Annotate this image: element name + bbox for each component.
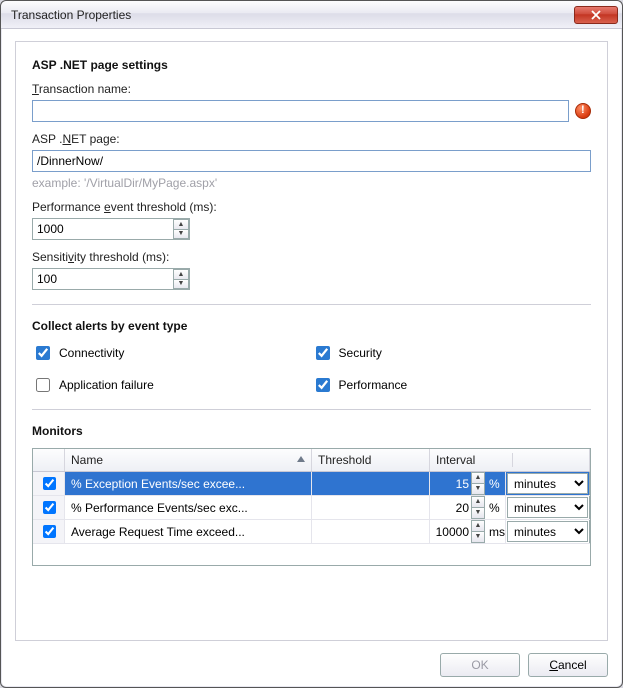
table-row[interactable]: % Exception Events/sec excee...▲▼%▲▼seco… [33,472,590,496]
checkbox-input[interactable] [36,378,50,392]
asp-page-input[interactable] [32,150,591,172]
close-icon [591,10,601,20]
spin-up-button[interactable]: ▲ [589,472,591,483]
row-threshold-cell: ▲▼ms [312,520,430,543]
alerts-checkbox-grid: ConnectivitySecurityApplication failureP… [32,343,591,395]
row-threshold-cell: ▲▼% [312,496,430,519]
spin-down-button[interactable]: ▼ [589,531,591,543]
row-interval-cell: ▲▼secondsminuteshoursdays [430,520,590,543]
row-check-cell [33,520,65,543]
perf-threshold-input[interactable] [33,219,173,239]
spin-down-button[interactable]: ▼ [173,229,189,239]
row-check-cell [33,472,65,495]
checkbox-input[interactable] [316,346,330,360]
col-threshold[interactable]: Threshold [312,449,430,471]
section-monitors-title: Monitors [32,424,591,438]
asp-page-label: ASP .NET page: [32,132,591,146]
spin-up-button[interactable]: ▲ [589,520,591,531]
table-row[interactable]: % Performance Events/sec exc...▲▼%▲▼seco… [33,496,590,520]
sort-asc-icon [297,456,305,462]
sensitivity-spinner[interactable]: ▲ ▼ [32,268,190,290]
checkbox-security[interactable]: Security [312,343,592,363]
divider [32,304,591,305]
col-name[interactable]: Name [65,449,312,471]
asp-page-hint: example: '/VirtualDir/MyPage.aspx' [32,176,591,190]
dialog-window: Transaction Properties ASP .NET page set… [0,0,623,688]
row-interval-cell: ▲▼secondsminuteshoursdays [430,496,590,519]
sensitivity-label: Sensitivity threshold (ms): [32,250,591,264]
section-alerts-title: Collect alerts by event type [32,319,591,333]
checkbox-input[interactable] [36,346,50,360]
sensitivity-input[interactable] [33,269,173,289]
transaction-name-label: Transaction name: [32,82,591,96]
row-threshold-cell: ▲▼% [312,472,430,495]
monitors-grid: Name Threshold Interval % Exception Even… [32,448,591,566]
divider [32,409,591,410]
titlebar: Transaction Properties [1,1,622,29]
row-name: Average Request Time exceed... [65,520,312,543]
close-button[interactable] [574,6,618,24]
row-checkbox[interactable] [43,525,56,538]
cancel-button[interactable]: Cancel [528,653,608,677]
interval-unit-select[interactable]: secondsminuteshoursdays [507,473,588,494]
spin-down-button[interactable]: ▼ [589,483,591,495]
error-icon [575,103,591,119]
row-interval-cell: ▲▼secondsminuteshoursdays [430,472,590,495]
checkbox-application-failure[interactable]: Application failure [32,375,312,395]
checkbox-input[interactable] [316,378,330,392]
row-checkbox[interactable] [43,501,56,514]
grid-header: Name Threshold Interval [33,449,590,472]
perf-threshold-spinner[interactable]: ▲ ▼ [32,218,190,240]
table-row[interactable]: Average Request Time exceed...▲▼ms▲▼seco… [33,520,590,544]
spin-up-button[interactable]: ▲ [173,269,189,279]
transaction-name-input[interactable] [32,100,569,122]
perf-threshold-label: Performance event threshold (ms): [32,200,591,214]
content-panel: ASP .NET page settings Transaction name:… [15,41,608,641]
spin-up-button[interactable]: ▲ [589,496,591,507]
spin-up-button[interactable]: ▲ [173,219,189,229]
row-name: % Exception Events/sec excee... [65,472,312,495]
dialog-buttons: OK Cancel [440,653,608,677]
col-checkbox [33,449,65,471]
col-interval[interactable]: Interval [430,449,590,471]
spin-down-button[interactable]: ▼ [589,507,591,519]
checkbox-connectivity[interactable]: Connectivity [32,343,312,363]
interval-unit-select[interactable]: secondsminuteshoursdays [507,497,588,518]
row-checkbox[interactable] [43,477,56,490]
interval-unit-select[interactable]: secondsminuteshoursdays [507,521,588,542]
window-title: Transaction Properties [11,8,574,22]
row-check-cell [33,496,65,519]
section-asp-title: ASP .NET page settings [32,58,591,72]
ok-button[interactable]: OK [440,653,520,677]
spin-down-button[interactable]: ▼ [173,279,189,289]
row-name: % Performance Events/sec exc... [65,496,312,519]
checkbox-performance[interactable]: Performance [312,375,592,395]
